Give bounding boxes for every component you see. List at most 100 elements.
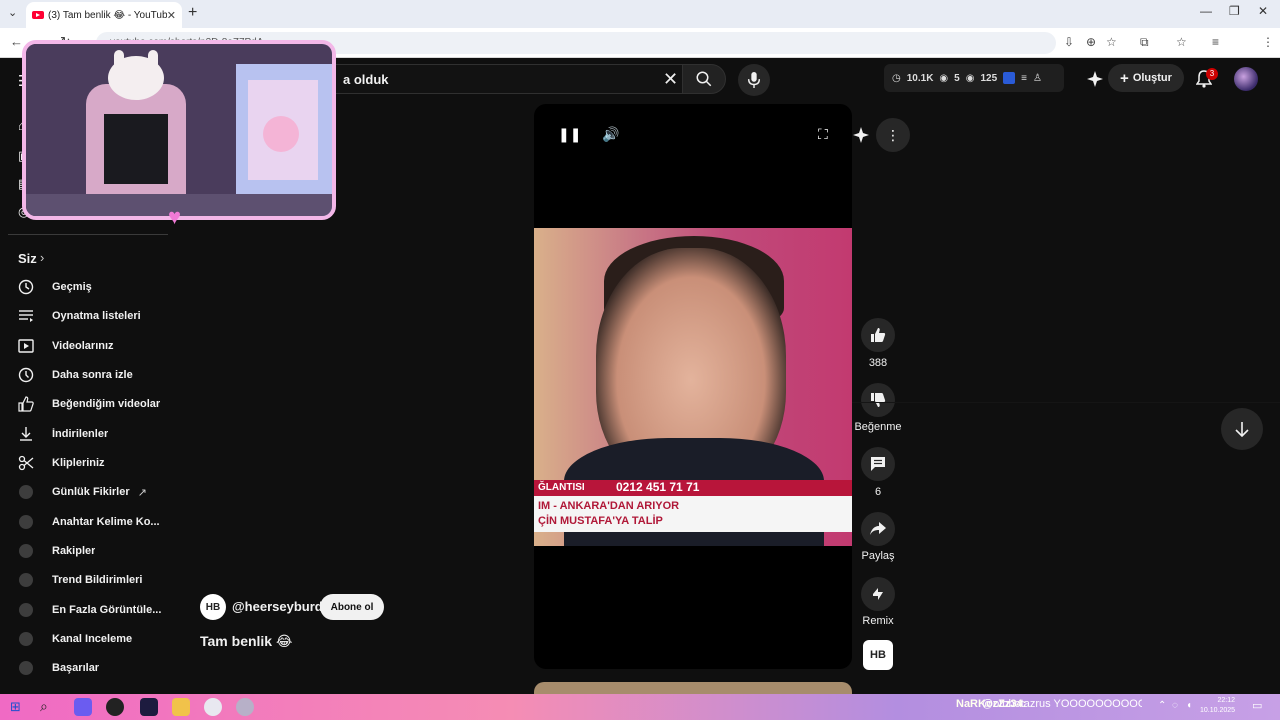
lower-third-body: IM - ANKARA'DAN ARIYOR ÇİN MUSTAFA'YA TA… (534, 496, 852, 532)
back-icon[interactable]: ← (10, 34, 23, 49)
new-tab-icon[interactable]: + (188, 4, 197, 22)
stats-widget: ◷ 10.1K ◉ 5 ◉ 125 ≡ ♙ (884, 64, 1064, 92)
thumbs-up-icon (871, 328, 886, 342)
extension-icon (19, 515, 33, 529)
sidebar-item-watch-later[interactable]: Daha sonra izle (8, 361, 184, 389)
sidebar-item-competitors[interactable]: Rakipler (8, 537, 184, 565)
create-button[interactable]: + Oluştur (1108, 64, 1184, 92)
channel-handle[interactable]: @heerseyburda (232, 599, 330, 614)
browser-menu-icon[interactable]: ⋮ (1262, 35, 1274, 49)
reading-list-icon[interactable]: ≡ (1212, 35, 1219, 49)
remix-label: Remix (862, 615, 894, 627)
sidebar-item-your-videos[interactable]: Videolarınız (8, 332, 184, 360)
history-icon (18, 279, 34, 295)
lower-third-line-2: ÇİN MUSTAFA'YA TALİP (538, 515, 663, 527)
install-app-icon[interactable]: ⇩ (1064, 35, 1074, 49)
watch-later-icon (18, 367, 34, 383)
list-icon[interactable]: ≡ (1021, 73, 1027, 84)
youtube-favicon-icon (32, 11, 44, 19)
taskbar-search-icon[interactable]: ⌕ (40, 698, 48, 715)
like-button[interactable] (861, 318, 895, 352)
trophy-icon[interactable]: ♙ (1033, 73, 1042, 84)
extensions-icon[interactable]: ⧉ (1140, 35, 1149, 50)
channel-avatar[interactable]: HB (200, 594, 226, 620)
your-videos-icon (18, 339, 34, 353)
lower-third-line-1: IM - ANKARA'DAN ARIYOR (538, 500, 680, 512)
sidebar-item-history[interactable]: Geçmiş (8, 273, 184, 301)
sidebar-item-label: Videolarınız (52, 340, 114, 352)
shorts-player[interactable]: ❚❚ 🔊 ⛶ ĞLANTISI 0212 451 71 71 IM - ANKA… (534, 104, 852, 669)
speaker-icon[interactable]: ◖ (1186, 700, 1192, 711)
volume-icon[interactable]: 🔊 (602, 126, 619, 143)
file-explorer-icon[interactable] (172, 698, 190, 716)
sparkle-icon[interactable] (1086, 70, 1104, 88)
tab-title: (3) Tam benlik 😂 - YouTube (48, 9, 167, 21)
bookmark-star-icon[interactable]: ☆ (1106, 35, 1117, 49)
sidebar-item-most-viewed[interactable]: En Fazla Görüntüle... (8, 596, 184, 624)
tab-list-chevron-icon[interactable]: ⌄ (8, 6, 17, 19)
voice-search-button[interactable] (738, 64, 770, 96)
sidebar-item-liked-videos[interactable]: Beğendiğim videolar (8, 390, 184, 418)
notification-count-badge: 3 (1206, 68, 1218, 80)
browser-tab[interactable]: (3) Tam benlik 😂 - YouTube ✕ (26, 2, 182, 28)
stream-chat-message: @otobotazrus YOOOOOOOOOOOOO (982, 698, 1142, 710)
clock-icon: ◷ (892, 72, 901, 84)
system-clock[interactable]: 22:12 10.10.2025 (1200, 696, 1235, 716)
close-tab-icon[interactable]: ✕ (167, 9, 176, 22)
comments-button[interactable] (861, 447, 895, 481)
window-close-icon[interactable]: ✕ (1258, 4, 1268, 18)
download-icon (20, 427, 32, 441)
vidiq-icon[interactable] (1003, 72, 1016, 84)
lower-third-label: ĞLANTISI (538, 482, 585, 493)
sidebar-item-trend-alerts[interactable]: Trend Bildirimleri (8, 566, 184, 594)
extension-icon (19, 603, 33, 617)
notification-center-icon[interactable]: ▭ (1252, 699, 1262, 712)
chevron-right-icon[interactable]: › (40, 250, 44, 265)
sidebar-section-title[interactable]: Siz (18, 251, 37, 266)
restore-icon[interactable]: ❐ (1229, 4, 1240, 18)
sidebar-item-downloads[interactable]: İndirilenler (8, 420, 184, 448)
next-short-button[interactable] (1221, 408, 1263, 450)
webcam-overlay (22, 40, 336, 220)
more-options-button[interactable]: ⋮ (876, 118, 910, 152)
subscribe-button[interactable]: Abone ol (320, 594, 384, 620)
search-input[interactable]: a olduk ✕ (290, 64, 682, 94)
clear-search-icon[interactable]: ✕ (663, 69, 678, 90)
stat-viewers: 5 (954, 72, 960, 84)
chrome-icon[interactable] (204, 698, 222, 716)
windows-start-icon[interactable]: ⊞ (10, 699, 21, 715)
wifi-icon[interactable]: ◌ (1172, 700, 1178, 711)
subscribe-label: Abone ol (330, 601, 374, 613)
video-frame[interactable]: ĞLANTISI 0212 451 71 71 IM - ANKARA'DAN … (534, 228, 852, 546)
sidebar-item-daily-ideas[interactable]: Günlük Fikirler ↗ (8, 478, 184, 506)
discord-icon[interactable] (74, 698, 92, 716)
next-short-preview[interactable] (534, 682, 852, 694)
sidebar-item-clips[interactable]: Klipleriniz (8, 449, 184, 477)
shelf-divider (852, 402, 1280, 403)
account-avatar[interactable] (1234, 67, 1258, 91)
dislike-button[interactable] (861, 383, 895, 417)
like-count: 388 (868, 357, 888, 369)
sidebar-item-label: Kanal Inceleme (52, 633, 133, 645)
fullscreen-icon[interactable]: ⛶ (818, 126, 828, 143)
tray-chevron-icon[interactable]: ⌃ (1158, 700, 1166, 711)
zoom-icon[interactable]: ⊕ (1086, 35, 1096, 49)
sidebar-item-label: Klipleriniz (52, 457, 105, 469)
tv-lower-third: ĞLANTISI 0212 451 71 71 IM - ANKARA'DAN … (534, 480, 852, 550)
sidebar-item-achievements[interactable]: Başarılar (8, 654, 184, 682)
search-button[interactable] (682, 64, 726, 94)
share-button[interactable] (861, 512, 895, 546)
sparkle-icon[interactable] (852, 126, 870, 144)
bookmarks-icon[interactable]: ☆ (1176, 35, 1187, 49)
sidebar-item-channel-review[interactable]: Kanal Inceleme (8, 625, 184, 653)
sidebar-item-keyword-tool[interactable]: Anahtar Kelime Ko... (8, 508, 184, 536)
minimize-icon[interactable]: — (1200, 4, 1212, 18)
obs-icon[interactable] (106, 698, 124, 716)
channel-thumbnail[interactable]: HB (863, 640, 893, 670)
app-icon[interactable] (236, 698, 254, 716)
remix-button[interactable] (861, 577, 895, 611)
liked-icon (18, 396, 34, 412)
premiere-icon[interactable] (140, 698, 158, 716)
pause-icon[interactable]: ❚❚ (558, 126, 581, 143)
sidebar-item-playlists[interactable]: Oynatma listeleri (8, 302, 184, 330)
